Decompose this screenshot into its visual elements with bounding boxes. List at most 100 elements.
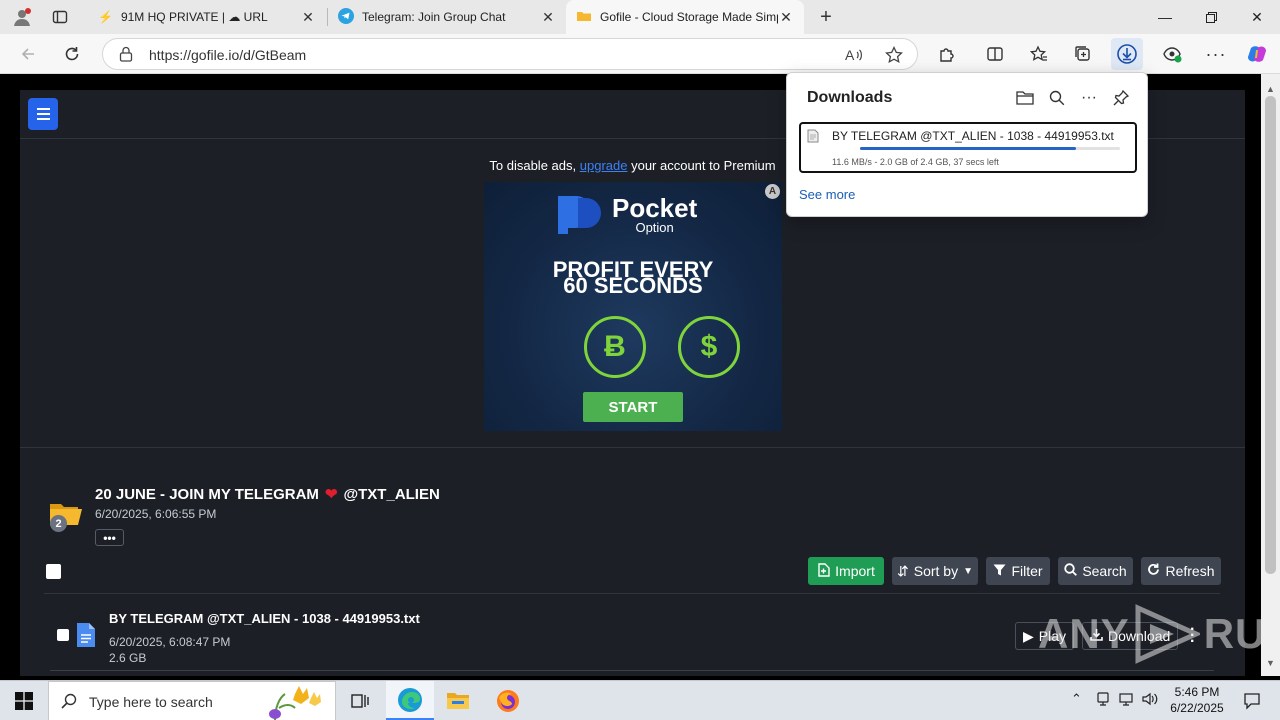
filter-button[interactable]: Filter [986,557,1050,585]
content-divider [20,447,1245,448]
ad-notice-suffix: your account to Premium [631,158,776,173]
folder-count-badge: 2 [50,515,67,532]
volume-icon[interactable] [1141,691,1159,710]
folder-title-text: 20 JUNE - JOIN MY TELEGRAM [95,485,319,503]
refresh-icon[interactable] [56,38,88,70]
read-aloud-icon[interactable]: A [843,44,865,66]
favorite-star-icon[interactable] [883,44,905,66]
restore-icon[interactable] [1188,0,1234,34]
import-button[interactable]: Import [808,557,884,585]
tab-91m-hq-private[interactable]: ⚡ 91M HQ PRIVATE | ☁ URL ✕ [88,0,326,34]
search-label: Search [1082,563,1127,579]
close-window-icon[interactable]: ✕ [1234,0,1280,34]
search-icon [1064,563,1078,579]
taskbar-search-box[interactable]: Type here to search [48,681,336,720]
pocket-option-logo: Pocket Option [556,194,697,234]
heart-icon: ❤ [324,486,338,503]
import-icon [817,562,830,580]
tab-title: Telegram: Join Group Chat [362,10,506,24]
task-view-icon[interactable] [336,681,384,720]
windows-taskbar: Type here to search ⌃ 5:46 PM 6/22/2025 [0,680,1280,720]
ad-start-button[interactable]: START [583,392,683,422]
split-screen-icon[interactable] [979,38,1011,70]
search-placeholder: Type here to search [89,694,213,710]
notification-center-icon[interactable] [1232,681,1272,720]
upgrade-link[interactable]: upgrade [580,158,628,173]
profile-icon[interactable] [8,4,36,30]
see-more-link[interactable]: See more [799,187,855,202]
minimize-icon[interactable]: — [1142,0,1188,34]
search-downloads-icon[interactable] [1045,87,1069,109]
select-all-checkbox[interactable] [46,564,61,579]
network-icon[interactable] [1118,691,1134,710]
download-progress-fill [860,147,1076,150]
address-bar[interactable]: https://gofile.io/d/GtBeam A [102,38,918,70]
scroll-up-icon[interactable]: ▲ [1265,84,1276,94]
folder-more-button[interactable]: ••• [95,529,124,546]
close-tab-icon[interactable]: ✕ [778,9,794,26]
site-info-icon[interactable] [119,46,133,67]
advertisement-banner[interactable]: A Pocket Option PROFIT EVERY 60 SECONDS … [484,182,782,431]
close-tab-icon[interactable]: ✕ [300,9,316,26]
tray-overflow-icon[interactable]: ⌃ [1071,691,1082,707]
extensions-icon[interactable] [931,38,963,70]
pin-icon[interactable] [1109,87,1133,109]
scrollbar-thumb[interactable] [1265,96,1276,574]
sort-label: Sort by [913,563,959,579]
actions-divider [44,593,1220,594]
url-text: https://gofile.io/d/GtBeam [149,47,307,63]
file-size: 2.6 GB [109,651,147,665]
import-label: Import [835,563,875,579]
downloads-more-icon[interactable]: ··· [1077,87,1101,109]
favorites-icon[interactable] [1023,38,1055,70]
collections-icon[interactable] [1067,38,1099,70]
tab-telegram[interactable]: Telegram: Join Group Chat ✕ [328,0,566,34]
downloads-icon[interactable] [1111,38,1143,70]
settings-menu-icon[interactable]: ··· [1200,38,1232,70]
refresh-label: Refresh [1165,563,1215,579]
browser-essentials-icon[interactable] [1156,38,1188,70]
close-tab-icon[interactable]: ✕ [540,9,556,26]
watermark-left: ANY [1038,610,1130,657]
lightning-icon: ⚡ [98,10,113,24]
taskbar-edge-icon[interactable] [386,681,434,720]
taskbar-file-explorer-icon[interactable] [434,681,482,720]
windows-start-icon[interactable] [0,681,48,720]
downloads-flyout: Downloads ··· BY TELEGRAM @TXT_ALIEN - 1… [786,72,1148,217]
hamburger-menu-button[interactable] [28,98,58,130]
scroll-down-icon[interactable]: ▼ [1265,658,1276,668]
tulip-decoration-icon [259,684,333,720]
network-monitor-icon[interactable] [1095,691,1111,710]
file-row-divider [50,670,1214,671]
taskbar-firefox-icon[interactable] [484,681,532,720]
open-folder-icon[interactable] [1013,87,1037,109]
tab-title: 91M HQ PRIVATE | ☁ URL [120,10,268,24]
dollar-coin-icon: $ [678,316,740,378]
file-date: 6/20/2025, 6:08:47 PM [109,635,231,649]
back-icon[interactable] [12,38,44,70]
ad-headline-line-2: 60 SECONDS [563,273,703,298]
tab-strip: ⚡ 91M HQ PRIVATE | ☁ URL ✕ Telegram: Joi… [0,0,1280,34]
folder-date: 6/20/2025, 6:06:55 PM [95,507,217,521]
file-select-checkbox[interactable] [57,629,69,641]
taskbar-clock[interactable]: 5:46 PM 6/22/2025 [1162,684,1232,716]
new-tab-icon[interactable]: + [812,4,840,30]
filter-icon [993,563,1006,579]
refresh-icon [1147,563,1160,579]
refresh-button[interactable]: Refresh [1141,557,1221,585]
tab-gofile[interactable]: Gofile - Cloud Storage Made Simp ✕ [566,0,804,34]
download-item[interactable]: BY TELEGRAM @TXT_ALIEN - 1038 - 44919953… [799,122,1137,173]
page-scrollbar[interactable]: ▲ ▼ [1261,74,1280,676]
ad-notice-prefix: To disable ads, [489,158,577,173]
ad-brand-name: Pocket [612,192,698,223]
filter-label: Filter [1011,563,1043,579]
file-name-link[interactable]: BY TELEGRAM @TXT_ALIEN - 1038 - 44919953… [109,611,420,626]
tab-actions-icon[interactable] [46,4,74,30]
copilot-icon[interactable] [1241,38,1273,70]
gofile-icon [576,8,592,27]
folder-title: 20 JUNE - JOIN MY TELEGRAM ❤ @TXT_ALIEN [95,485,440,504]
text-file-icon [76,622,96,653]
search-button[interactable]: Search [1058,557,1133,585]
ad-choices-icon[interactable]: A [765,184,780,199]
sort-by-button[interactable]: ⇵ Sort by ▼ [892,557,978,585]
